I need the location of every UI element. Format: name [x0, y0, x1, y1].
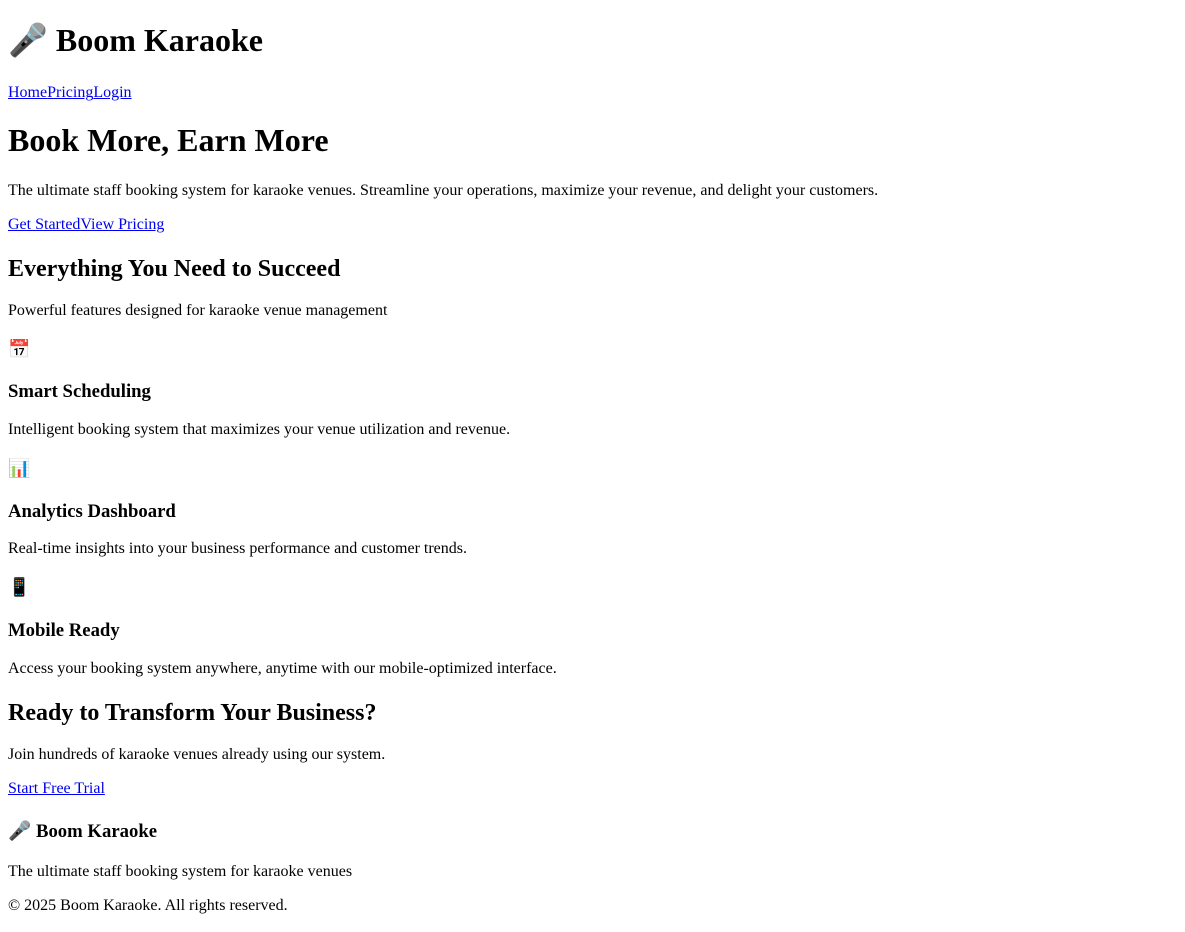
hero-title: Book More, Earn More [8, 122, 329, 158]
footer-brand: 🎤 Boom Karaoke [8, 821, 157, 843]
cta-title: Ready to Transform Your Business? [8, 700, 377, 726]
view-pricing-button[interactable]: View Pricing [80, 216, 164, 233]
feature-description: Real-time insights into your business pe… [8, 540, 468, 557]
feature-description: Access your booking system anywhere, any… [8, 660, 557, 677]
calendar-icon: 📅 [8, 339, 31, 360]
footer-brand-name: Boom Karaoke [35, 821, 158, 842]
feature-title: Analytics Dashboard [8, 501, 176, 522]
microphone-icon: 🎤 [8, 821, 32, 842]
top-nav: HomePricingLogin [8, 84, 132, 102]
hero-actions: Get StartedView Pricing [8, 216, 164, 234]
copyright: © 2025 Boom Karaoke. All rights reserved… [8, 897, 288, 914]
brand-name: Boom Karaoke [55, 22, 263, 58]
bar-chart-icon: 📊 [8, 458, 31, 479]
nav-home-link[interactable]: Home [8, 84, 47, 101]
microphone-icon: 🎤 [8, 21, 48, 59]
nav-pricing-link[interactable]: Pricing [47, 84, 93, 101]
mobile-phone-icon: 📱 [8, 577, 31, 598]
nav-login-link[interactable]: Login [93, 84, 131, 101]
feature-title: Smart Scheduling [8, 381, 151, 402]
features-subtitle: Powerful features designed for karaoke v… [8, 302, 388, 319]
get-started-button[interactable]: Get Started [8, 216, 80, 233]
feature-title: Mobile Ready [8, 620, 120, 641]
cta-subtitle: Join hundreds of karaoke venues already … [8, 746, 386, 763]
feature-description: Intelligent booking system that maximize… [8, 421, 511, 438]
brand-title: 🎤 Boom Karaoke [8, 22, 263, 59]
hero-subtitle: The ultimate staff booking system for ka… [8, 182, 879, 199]
start-free-trial-button[interactable]: Start Free Trial [8, 780, 105, 798]
footer-tagline: The ultimate staff booking system for ka… [8, 863, 353, 880]
features-title: Everything You Need to Succeed [8, 256, 341, 282]
